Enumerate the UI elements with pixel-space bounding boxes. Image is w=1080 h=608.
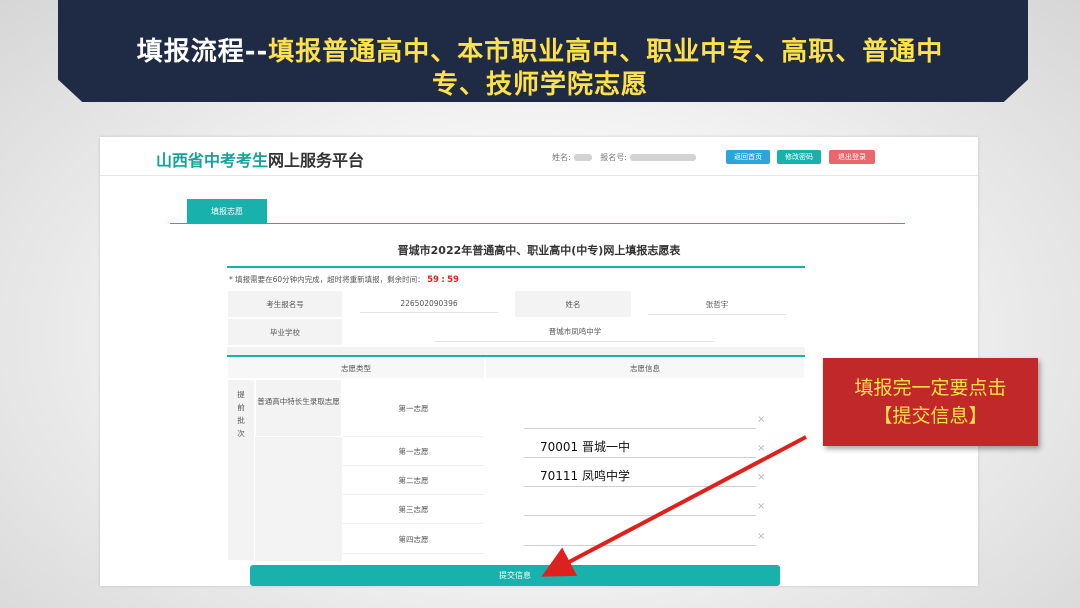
pointer-arrow — [541, 435, 807, 577]
